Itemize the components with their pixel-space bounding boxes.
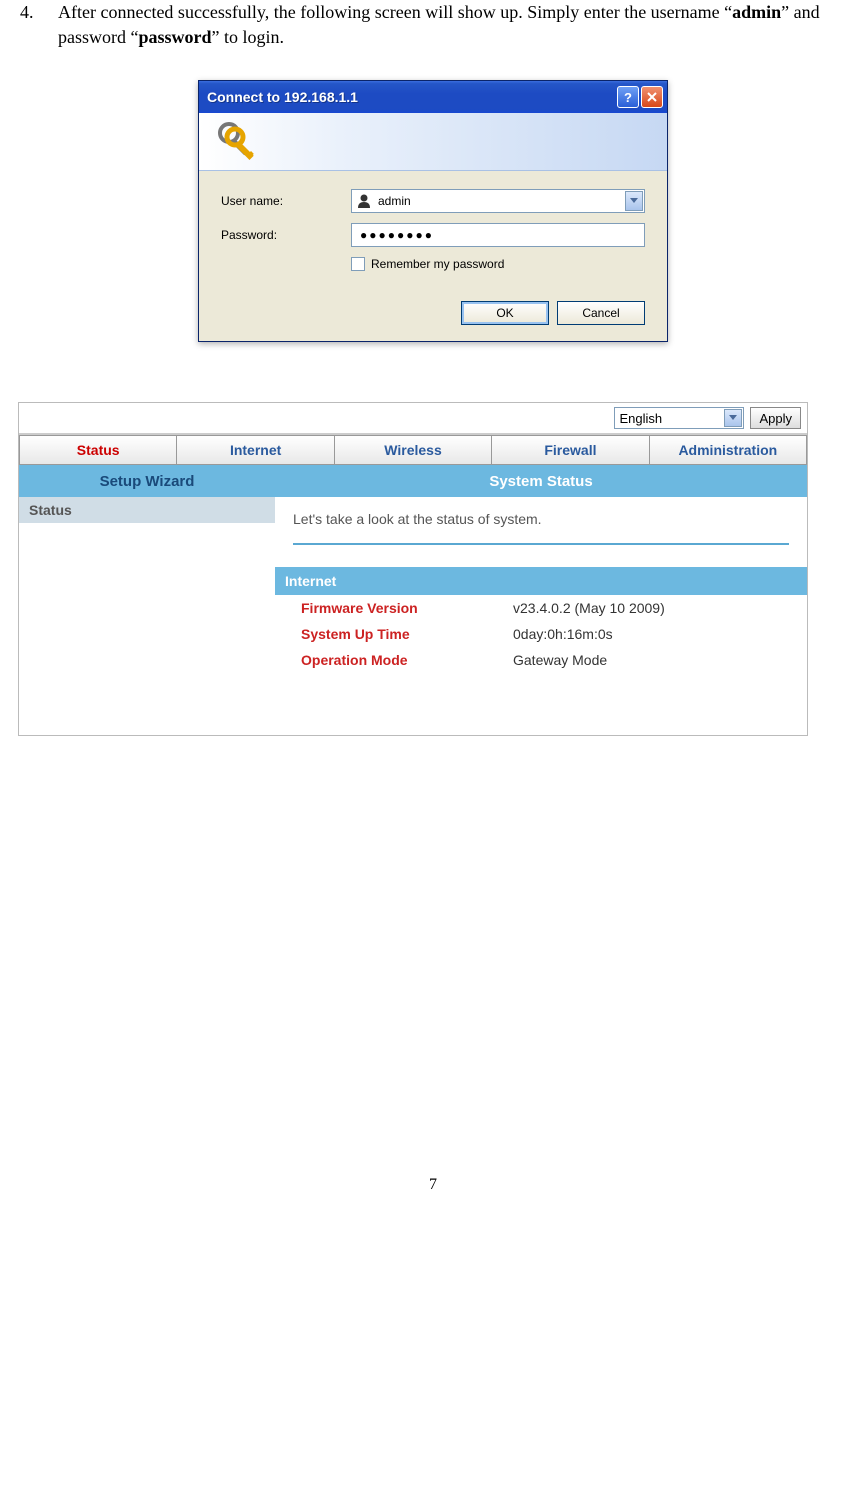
page-number: 7 bbox=[20, 1176, 846, 1194]
dropdown-arrow-icon[interactable] bbox=[625, 191, 643, 211]
row-opmode: Operation Mode Gateway Mode bbox=[293, 647, 789, 673]
language-select[interactable]: English bbox=[614, 407, 744, 429]
step-number: 4. bbox=[20, 0, 40, 50]
sidebar-item-status[interactable]: Status bbox=[19, 497, 275, 525]
apply-button[interactable]: Apply bbox=[750, 407, 801, 429]
dialog-title: Connect to 192.168.1.1 bbox=[207, 89, 615, 105]
tab-status[interactable]: Status bbox=[19, 435, 177, 465]
dialog-banner bbox=[199, 113, 667, 171]
close-button[interactable] bbox=[641, 86, 663, 108]
cancel-button[interactable]: Cancel bbox=[557, 301, 645, 325]
router-admin-page: English Apply Status Internet Wireless F… bbox=[18, 402, 808, 736]
step-text: After connected successfully, the follow… bbox=[58, 0, 846, 50]
remember-checkbox[interactable] bbox=[351, 257, 365, 271]
tab-internet[interactable]: Internet bbox=[177, 435, 334, 465]
tab-administration[interactable]: Administration bbox=[650, 435, 807, 465]
password-label: Password: bbox=[221, 228, 351, 242]
row-firmware: Firmware Version v23.4.0.2 (May 10 2009) bbox=[293, 595, 789, 621]
password-field[interactable]: ●●●●●●●● bbox=[351, 223, 645, 247]
ok-button[interactable]: OK bbox=[461, 301, 549, 325]
tab-wireless[interactable]: Wireless bbox=[335, 435, 492, 465]
auth-dialog: Connect to 192.168.1.1 ? User name: bbox=[198, 80, 668, 342]
user-icon bbox=[356, 193, 372, 209]
close-icon bbox=[647, 92, 657, 102]
nav-tabs: Status Internet Wireless Firewall Admini… bbox=[19, 435, 807, 465]
username-field[interactable]: admin bbox=[351, 189, 645, 213]
tab-firewall[interactable]: Firewall bbox=[492, 435, 649, 465]
dialog-titlebar[interactable]: Connect to 192.168.1.1 ? bbox=[199, 81, 667, 113]
sidebar-header[interactable]: Setup Wizard bbox=[19, 465, 275, 497]
content-header: System Status bbox=[275, 465, 807, 497]
help-button[interactable]: ? bbox=[617, 86, 639, 108]
keys-icon bbox=[213, 117, 265, 169]
username-label: User name: bbox=[221, 194, 351, 208]
intro-text: Let's take a look at the status of syste… bbox=[293, 511, 789, 537]
row-uptime: System Up Time 0day:0h:16m:0s bbox=[293, 621, 789, 647]
remember-label: Remember my password bbox=[371, 257, 504, 271]
dropdown-arrow-icon[interactable] bbox=[724, 409, 742, 427]
instruction-step: 4. After connected successfully, the fol… bbox=[20, 0, 846, 50]
sidebar: Setup Wizard Status bbox=[19, 465, 275, 735]
section-internet: Internet bbox=[275, 567, 807, 595]
divider bbox=[293, 543, 789, 545]
